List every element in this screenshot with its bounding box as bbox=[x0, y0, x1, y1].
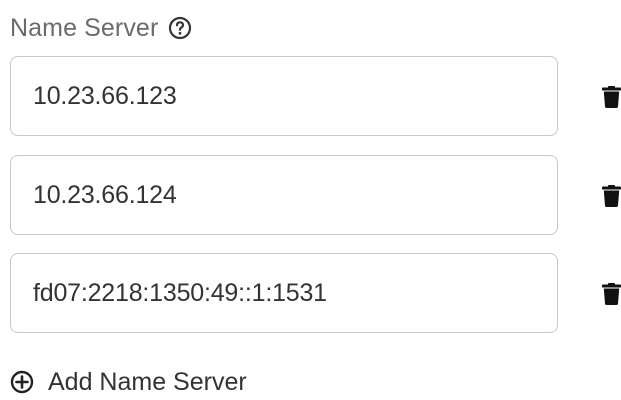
trash-icon[interactable] bbox=[602, 185, 621, 207]
name-server-input-1[interactable] bbox=[11, 57, 557, 135]
name-server-field-2[interactable] bbox=[10, 155, 558, 235]
name-server-field-1[interactable] bbox=[10, 56, 558, 136]
name-server-label: Name Server bbox=[10, 13, 159, 42]
plus-circle-icon bbox=[10, 370, 34, 394]
name-server-input-2[interactable] bbox=[11, 156, 557, 234]
help-circle-icon[interactable] bbox=[168, 16, 192, 40]
name-server-field-3[interactable] bbox=[10, 253, 558, 333]
add-name-server-button[interactable]: Add Name Server bbox=[10, 364, 247, 400]
trash-icon[interactable] bbox=[602, 283, 621, 305]
add-name-server-label: Add Name Server bbox=[48, 367, 247, 396]
name-server-label-row: Name Server bbox=[10, 8, 192, 48]
trash-icon[interactable] bbox=[602, 86, 621, 108]
name-server-input-3[interactable] bbox=[11, 254, 557, 332]
